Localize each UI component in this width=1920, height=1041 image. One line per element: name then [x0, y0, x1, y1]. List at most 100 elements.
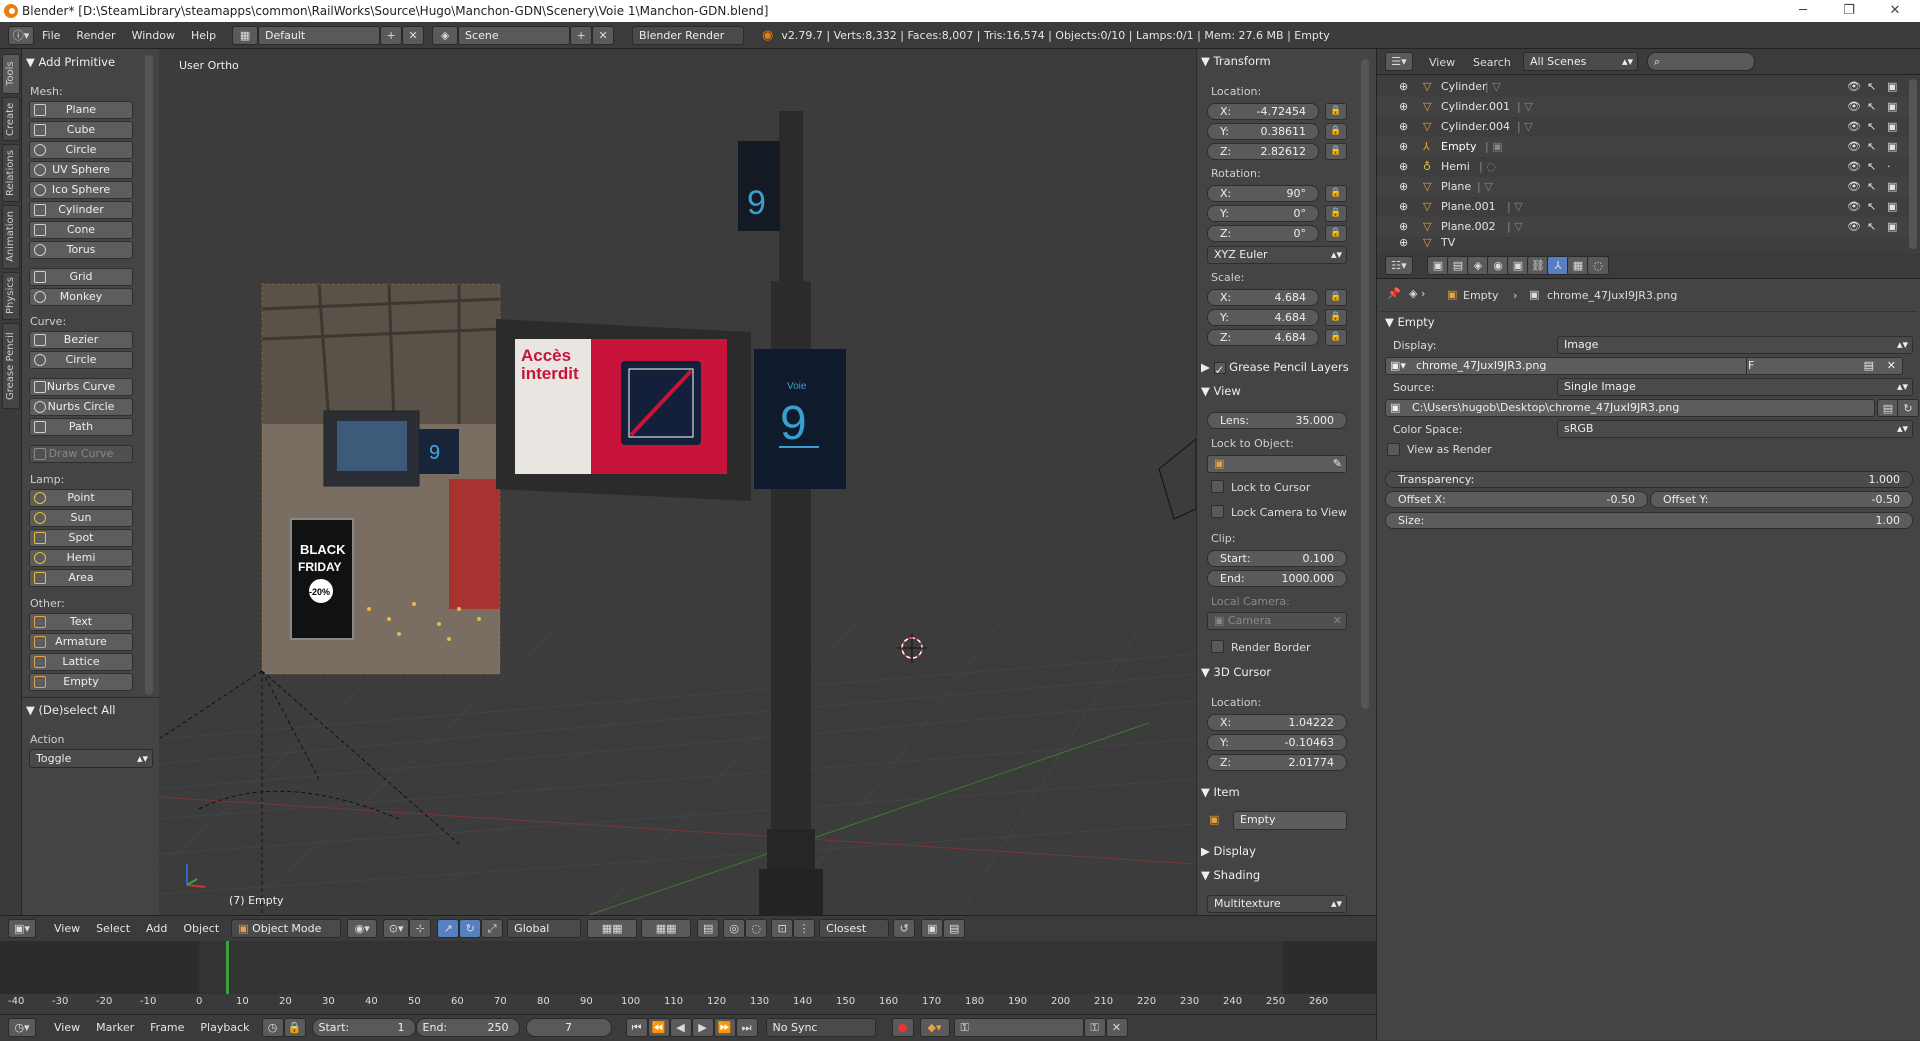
photo-plane[interactable]: 9 BLACK FRIDAY -20%	[261, 283, 501, 675]
image-unlink-icon[interactable]: ✕	[1887, 358, 1896, 374]
scale-y-field[interactable]: Y: 4.684	[1207, 309, 1319, 326]
physics-tab-icon[interactable]: ◌	[1587, 256, 1609, 275]
access-forbidden-sign[interactable]: Accès interdit	[496, 319, 751, 501]
menu-select[interactable]: Select	[88, 915, 138, 942]
image-path-field[interactable]: ▣ C:\Users\hugob\Desktop\chrome_47JuxI9JR…	[1385, 399, 1875, 417]
expand-icon[interactable]: ⊕	[1399, 217, 1408, 237]
add-armature-button[interactable]: Armature	[29, 633, 133, 651]
outliner-filter-dropdown[interactable]: All Scenes ▴▾	[1523, 52, 1638, 71]
add-cylinder-button[interactable]: Cylinder	[29, 201, 133, 219]
manipulator-toggle-icon[interactable]: ⊹	[409, 919, 432, 938]
empty-size-field[interactable]: Size: 1.00	[1385, 512, 1913, 529]
outliner-row-plane-001[interactable]: ⊕ ▽ Plane.001 | ▽ 👁 ↖ ▣	[1377, 197, 1909, 217]
opengl-anim-icon[interactable]: ▤	[943, 919, 966, 938]
lens-field[interactable]: Lens: 35.000	[1207, 412, 1347, 429]
add-curve-circle-button[interactable]: Circle	[29, 351, 133, 369]
world-tab-icon[interactable]: ◉	[1487, 256, 1509, 275]
outliner-scrollbar[interactable]	[1909, 79, 1917, 249]
outliner-row-hemi[interactable]: ⊕ ♁ Hemi | ◌ 👁 ↖ ·	[1377, 157, 1909, 177]
sync-mode-dropdown[interactable]: No Sync	[765, 1018, 876, 1037]
deselect-all-header[interactable]: ▼ (De)select All	[26, 703, 116, 717]
data-tab-icon[interactable]: ⅄	[1547, 256, 1569, 275]
add-monkey-button[interactable]: Monkey	[29, 288, 133, 306]
pin-icon[interactable]: 📌	[1387, 287, 1401, 300]
selectable-arrow-icon[interactable]: ↖	[1867, 217, 1876, 237]
location-z-field[interactable]: Z: 2.82612	[1207, 143, 1319, 160]
rotation-y-field[interactable]: Y: 0°	[1207, 205, 1319, 222]
action-dropdown[interactable]: Toggle ▴▾	[29, 749, 153, 768]
scene-icon[interactable]: ◈	[432, 25, 459, 45]
shading-mode-dropdown[interactable]: Multitexture ▴▾	[1207, 895, 1347, 913]
add-layout-button[interactable]: +	[380, 25, 403, 45]
jump-end-icon[interactable]: ⏭	[735, 1018, 758, 1037]
lock-location-x-icon[interactable]: 🔒	[1325, 103, 1347, 120]
texture-tab-icon[interactable]: ▦	[1567, 256, 1589, 275]
add-plane-button[interactable]: Plane	[29, 101, 133, 119]
lock-scale-x-icon[interactable]: 🔒	[1325, 289, 1347, 306]
maximize-button[interactable]: ❐	[1826, 0, 1872, 22]
timeline-menu-playback[interactable]: Playback	[192, 1014, 257, 1041]
visibility-eye-icon[interactable]: 👁	[1847, 197, 1861, 217]
timeline-menu-frame[interactable]: Frame	[142, 1014, 192, 1041]
tab-physics[interactable]: Physics	[2, 272, 20, 320]
outliner-row-tv[interactable]: ⊕ ▽ TV	[1377, 237, 1909, 251]
add-point-lamp-button[interactable]: Point	[29, 489, 133, 507]
packed-file-icon[interactable]: ▣	[1390, 400, 1400, 416]
delete-keyframe-icon[interactable]: ✕	[1105, 1018, 1128, 1037]
add-uv-sphere-button[interactable]: UV Sphere	[29, 161, 133, 179]
add-cone-button[interactable]: Cone	[29, 221, 133, 239]
visibility-eye-icon[interactable]: 👁	[1847, 217, 1861, 237]
transform-header[interactable]: ▼ Transform	[1201, 54, 1271, 68]
editor-type-info-button[interactable]: ⓘ▾	[8, 25, 34, 45]
image-open-icon[interactable]: ▤	[1864, 358, 1874, 374]
scale-manipulator-icon[interactable]: ⤢	[481, 919, 504, 938]
object-tab-icon[interactable]: ▣	[1507, 256, 1529, 275]
add-empty-button[interactable]: Empty	[29, 673, 133, 691]
outliner-row-cylinder-004[interactable]: ⊕ ▽ Cylinder.004 | ▽ 👁 ↖ ▣	[1377, 117, 1909, 137]
tab-create[interactable]: Create	[2, 97, 20, 141]
visibility-eye-icon[interactable]: 👁	[1847, 177, 1861, 197]
start-frame-field[interactable]: Start: 1	[311, 1018, 416, 1037]
menu-file[interactable]: File	[34, 22, 68, 49]
menu-help[interactable]: Help	[183, 22, 224, 49]
rotate-manipulator-icon[interactable]: ↻	[459, 919, 482, 938]
play-icon[interactable]: ▶	[691, 1018, 714, 1037]
menu-view[interactable]: View	[46, 915, 88, 942]
outliner-row-empty[interactable]: ⊕ ⅄ Empty | ▣ 👁 ↖ ▣	[1377, 137, 1909, 157]
location-y-field[interactable]: Y: 0.38611	[1207, 123, 1319, 140]
add-hemi-lamp-button[interactable]: Hemi	[29, 549, 133, 567]
expand-icon[interactable]: ⊕	[1399, 77, 1408, 97]
mode-dropdown[interactable]: ▣ Object Mode	[231, 919, 342, 938]
layers-grid-1[interactable]: ▦▦	[587, 919, 638, 938]
add-scene-button[interactable]: +	[570, 25, 593, 45]
menu-object[interactable]: Object	[175, 915, 227, 942]
preview-range-icon[interactable]: ◷	[261, 1018, 284, 1037]
clip-end-field[interactable]: End: 1000.000	[1207, 570, 1347, 587]
image-source-dropdown[interactable]: Single Image ▴▾	[1557, 378, 1913, 396]
file-browse-icon[interactable]: ▤	[1877, 399, 1899, 417]
expand-icon[interactable]: ⊕	[1399, 237, 1408, 251]
lock-time-cursor-icon[interactable]: 🔒	[283, 1018, 306, 1037]
outliner-row-plane-002[interactable]: ⊕ ▽ Plane.002 | ▽ 👁 ↖ ▣	[1377, 217, 1909, 237]
add-cube-button[interactable]: Cube	[29, 121, 133, 139]
expand-icon[interactable]: ⊕	[1399, 137, 1408, 157]
lock-rotation-z-icon[interactable]: 🔒	[1325, 225, 1347, 242]
add-sun-lamp-button[interactable]: Sun	[29, 509, 133, 527]
play-reverse-icon[interactable]: ◀	[669, 1018, 692, 1037]
outliner-row-cylinder-001[interactable]: ⊕ ▽ Cylinder.001 | ▽ 👁 ↖ ▣	[1377, 97, 1909, 117]
expand-icon[interactable]: ⊕	[1399, 157, 1408, 177]
render-tab-icon[interactable]: ▣	[1427, 256, 1449, 275]
selectable-arrow-icon[interactable]: ↖	[1867, 197, 1876, 217]
tab-tools[interactable]: Tools	[2, 54, 20, 94]
renderable-camera-icon[interactable]: ▣	[1887, 217, 1897, 237]
editor-type-timeline-button[interactable]: ◷▾	[8, 1018, 36, 1037]
empty-panel-header[interactable]: ▼ Empty	[1385, 315, 1435, 329]
remove-scene-button[interactable]: ✕	[592, 25, 615, 45]
layout-grid-icon[interactable]: ▦	[232, 25, 259, 45]
3d-viewport[interactable]: 9 BLACK FRIDAY -20% 9 Accès interdit Voi…	[159, 49, 1196, 915]
render-engine-dropdown[interactable]: Blender Render	[632, 25, 745, 45]
add-circle-button[interactable]: Circle	[29, 141, 133, 159]
lock-to-object-field[interactable]: ▣ ✎	[1207, 455, 1347, 473]
renderable-camera-icon[interactable]: ▣	[1887, 97, 1897, 117]
selectable-arrow-icon[interactable]: ↖	[1867, 77, 1876, 97]
